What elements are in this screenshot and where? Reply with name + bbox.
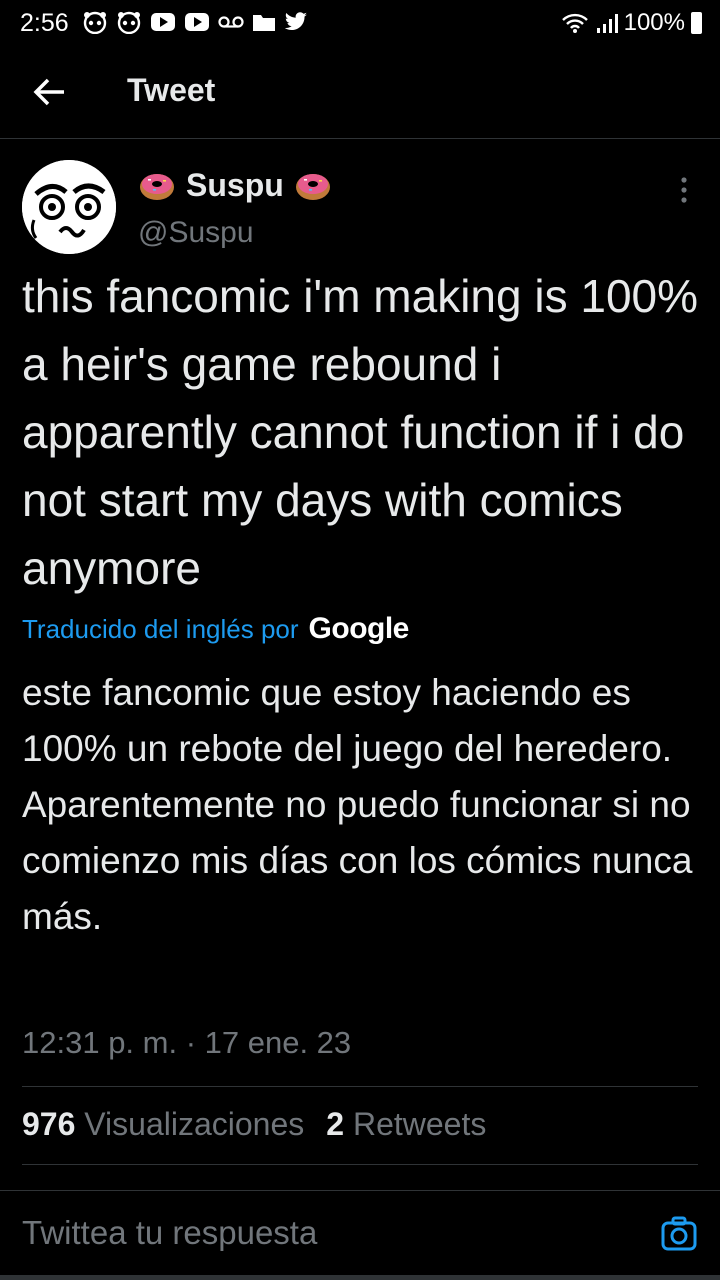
twitter-icon [284, 12, 307, 30]
avatar[interactable] [22, 160, 116, 254]
tweet-text: this fancomic i'm making is 100% a heir'… [22, 270, 699, 594]
retweets-stat[interactable]: 2 Retweets [326, 1106, 498, 1143]
status-time: 2:56 [20, 9, 69, 37]
status-right: 100% [560, 9, 702, 37]
author-name-row[interactable]: Suspu [138, 166, 332, 204]
status-bar: 2:56 100% [0, 0, 720, 46]
retweets-label: Retweets [352, 1106, 487, 1142]
reply-input[interactable]: Twittea tu respuesta [22, 1214, 317, 1252]
panda-icon [83, 11, 107, 34]
panda-icon [117, 11, 141, 34]
top-app-bar: Tweet [0, 46, 720, 139]
google-logo: Google [308, 612, 410, 645]
tweet-timestamp[interactable]: 12:31 p. m. · 17 ene. 23 [22, 1025, 351, 1061]
views-count: 976 [22, 1106, 76, 1142]
translated-text: este fancomic que estoy haciendo es 100%… [22, 672, 693, 937]
bottom-border [0, 1275, 720, 1280]
wifi-icon [561, 13, 588, 33]
avatar-face-icon [22, 160, 116, 254]
divider [22, 1164, 698, 1165]
donut-icon [140, 174, 174, 200]
youtube-icon [185, 13, 209, 31]
retweets-count: 2 [326, 1106, 345, 1142]
voicemail-icon [218, 16, 244, 28]
divider [22, 1086, 698, 1087]
tweet-stats: 976 Visualizaciones 2 Retweets [22, 1106, 498, 1143]
author-handle[interactable]: @Suspu [138, 216, 254, 250]
author-display-name: Suspu [186, 166, 284, 203]
signal-icon [596, 14, 618, 33]
translated-by-link[interactable]: Traducido del inglés por [22, 614, 299, 645]
back-arrow-icon[interactable] [30, 74, 70, 110]
views-stat[interactable]: 976 Visualizaciones [22, 1106, 316, 1143]
divider [0, 1190, 720, 1191]
youtube-icon [151, 13, 175, 31]
battery-icon [691, 12, 702, 34]
donut-icon [295, 174, 330, 200]
translation-attribution: Traducido del inglés por Google [22, 612, 409, 646]
battery-percent: 100% [623, 9, 685, 36]
camera-icon[interactable] [660, 1215, 698, 1253]
more-options-icon[interactable] [664, 172, 704, 212]
notification-icons [82, 10, 308, 34]
page-title: Tweet [127, 72, 216, 108]
folder-icon [253, 15, 275, 31]
views-label: Visualizaciones [84, 1106, 305, 1142]
